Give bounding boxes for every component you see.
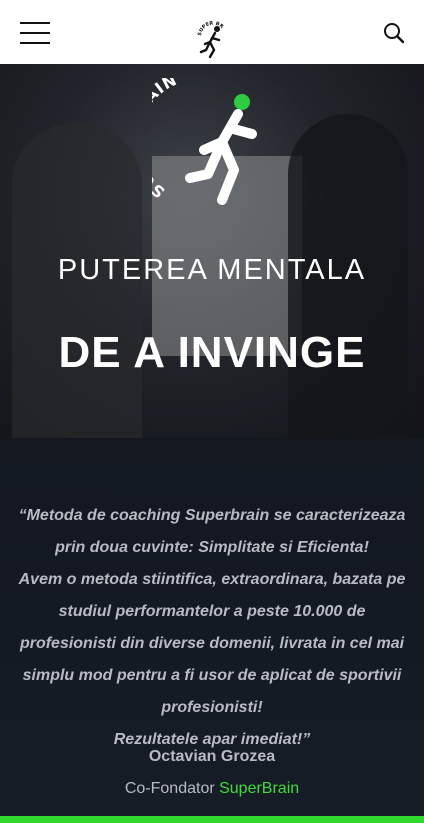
hero-tagline: PUTEREA MENTALA bbox=[57, 254, 367, 286]
testimonial-section: “Metoda de coaching Superbrain se caract… bbox=[0, 438, 424, 816]
superbrain-logo[interactable]: SUPER BRAIN bbox=[195, 20, 229, 60]
quote-line: Avem o metoda stiintifica, extraordinara… bbox=[18, 571, 406, 716]
svg-text:SUPER BRAIN: SUPER BRAIN bbox=[152, 78, 180, 202]
search-icon[interactable] bbox=[382, 21, 406, 45]
accent-bar bbox=[0, 816, 424, 823]
role-prefix: Co-Fondator bbox=[124, 780, 220, 797]
role-brand-link[interactable]: SuperBrain bbox=[219, 780, 299, 797]
testimonial-quote: “Metoda de coaching Superbrain se caract… bbox=[16, 500, 408, 756]
svg-text:SUPER BRAIN: SUPER BRAIN bbox=[195, 20, 225, 36]
top-navigation-bar: SUPER BRAIN bbox=[0, 0, 424, 64]
hero-headline: DE A INVINGE bbox=[58, 328, 366, 377]
testimonial-author: Octavian Grozea bbox=[148, 748, 276, 765]
superbrain-hero-logo: SUPER BRAIN bbox=[152, 78, 257, 205]
testimonial-role: Co-Fondator SuperBrain bbox=[0, 780, 424, 798]
quote-line: “Metoda de coaching Superbrain se caract… bbox=[18, 507, 406, 556]
hero-banner: SUPER BRAIN PUTEREA MENTALA DE A INVINGE bbox=[0, 64, 424, 438]
hamburger-menu-icon[interactable] bbox=[20, 22, 50, 44]
